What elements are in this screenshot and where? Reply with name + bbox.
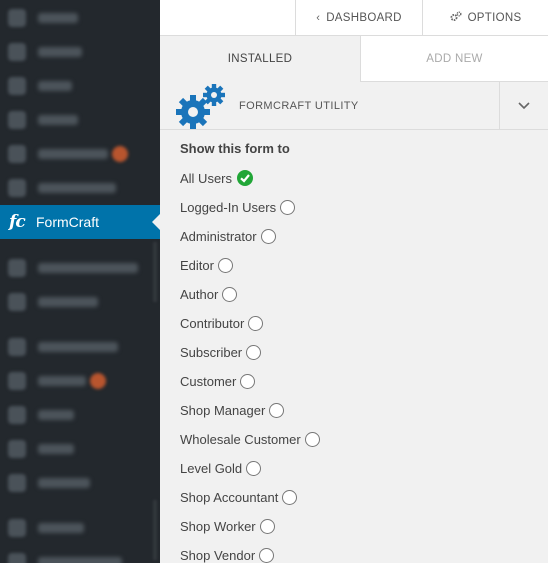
formcraft-logo-icon: fc bbox=[9, 212, 26, 232]
sidebar-item-blurred[interactable] bbox=[0, 251, 155, 285]
plugins-icon bbox=[8, 372, 26, 390]
sidebar-item-blurred[interactable] bbox=[0, 35, 155, 69]
check-circle-icon[interactable] bbox=[237, 170, 254, 186]
top-toolbar: ‹ DASHBOARD OPTIONS bbox=[160, 0, 548, 36]
visibility-option[interactable]: Customer bbox=[180, 371, 256, 391]
sidebar-item-blurred[interactable] bbox=[0, 103, 155, 137]
chevron-left-icon: ‹ bbox=[316, 12, 321, 24]
radio-circle[interactable] bbox=[259, 547, 275, 563]
visibility-option[interactable]: Shop Manager bbox=[180, 400, 285, 420]
radio-circle[interactable] bbox=[222, 286, 238, 302]
pages-icon bbox=[8, 111, 26, 129]
visibility-option[interactable]: Subscriber bbox=[180, 342, 262, 362]
visibility-option[interactable]: Shop Vendor bbox=[180, 545, 275, 563]
users-icon bbox=[8, 406, 26, 424]
radio-circle[interactable] bbox=[246, 344, 262, 360]
admin-sidebar: fc FormCraft bbox=[0, 0, 160, 563]
sidebar-item-blurred[interactable] bbox=[0, 364, 155, 398]
option-label: Subscriber bbox=[180, 344, 243, 360]
radio-circle[interactable] bbox=[282, 489, 298, 505]
visibility-option[interactable]: Author bbox=[180, 284, 238, 304]
visibility-option[interactable]: Wholesale Customer bbox=[180, 429, 320, 449]
sidebar-item-blurred[interactable] bbox=[0, 1, 155, 35]
radio-circle[interactable] bbox=[217, 257, 233, 273]
addon-tabs: INSTALLED ADD NEW bbox=[160, 36, 548, 82]
sidebar-item-blurred[interactable] bbox=[0, 330, 155, 364]
radio-circle[interactable] bbox=[280, 199, 296, 215]
radio-circle[interactable] bbox=[304, 431, 320, 447]
visibility-option[interactable]: All Users bbox=[180, 168, 254, 188]
menu-icon bbox=[8, 553, 26, 563]
options-button[interactable]: OPTIONS bbox=[422, 0, 548, 36]
visibility-section-title: Show this form to bbox=[180, 141, 290, 156]
visibility-option[interactable]: Editor bbox=[180, 255, 233, 275]
tab-installed[interactable]: INSTALLED bbox=[160, 36, 361, 82]
gears-icon bbox=[174, 84, 226, 130]
gallery-icon bbox=[8, 519, 26, 537]
sidebar-item-label: FormCraft bbox=[36, 214, 99, 230]
radio-circle[interactable] bbox=[269, 402, 285, 418]
sidebar-item-blurred[interactable] bbox=[0, 137, 155, 171]
gears-icon bbox=[450, 11, 462, 25]
radio-circle[interactable] bbox=[240, 373, 256, 389]
tab-add-new[interactable]: ADD NEW bbox=[361, 36, 548, 82]
option-label: Editor bbox=[180, 257, 214, 273]
notification-badge bbox=[112, 146, 128, 162]
sidebar-item-blurred[interactable] bbox=[0, 545, 155, 563]
option-label: All Users bbox=[180, 170, 233, 186]
radio-circle[interactable] bbox=[259, 518, 275, 534]
option-label: Logged-In Users bbox=[180, 199, 277, 215]
option-label: Shop Manager bbox=[180, 402, 266, 418]
links-icon bbox=[8, 77, 26, 95]
woocommerce-icon bbox=[8, 259, 26, 277]
notification-badge bbox=[90, 373, 106, 389]
sidebar-item-blurred[interactable] bbox=[0, 69, 155, 103]
visibility-option[interactable]: Contributor bbox=[180, 313, 264, 333]
posts-icon bbox=[8, 9, 26, 27]
products-icon bbox=[8, 293, 26, 311]
expand-toggle-button[interactable] bbox=[499, 82, 548, 129]
option-label: Shop Worker bbox=[180, 518, 256, 534]
formcraft-panel: ‹ DASHBOARD OPTIONS INSTALLED ADD NEW FO… bbox=[160, 0, 548, 563]
sidebar-item-blurred[interactable] bbox=[0, 398, 155, 432]
option-label: Shop Vendor bbox=[180, 547, 256, 563]
radio-circle[interactable] bbox=[260, 228, 276, 244]
tools-icon bbox=[8, 440, 26, 458]
option-label: Customer bbox=[180, 373, 237, 389]
sidebar-item-formcraft[interactable]: fc FormCraft bbox=[0, 205, 160, 239]
downloads-icon bbox=[8, 179, 26, 197]
option-label: Shop Accountant bbox=[180, 489, 279, 505]
option-label: Administrator bbox=[180, 228, 257, 244]
option-label: Wholesale Customer bbox=[180, 431, 301, 447]
addon-row-formcraft-utility[interactable]: FORMCRAFT UTILITY bbox=[160, 82, 548, 130]
visibility-option[interactable]: Shop Worker bbox=[180, 516, 275, 536]
sidebar-item-blurred[interactable] bbox=[0, 466, 155, 500]
option-label: Contributor bbox=[180, 315, 245, 331]
visibility-option[interactable]: Logged-In Users bbox=[180, 197, 296, 217]
sidebar-item-blurred[interactable] bbox=[0, 432, 155, 466]
options-label: OPTIONS bbox=[467, 12, 522, 24]
option-label: Level Gold bbox=[180, 460, 243, 476]
sidebar-item-blurred[interactable] bbox=[0, 171, 155, 205]
chevron-down-icon bbox=[518, 101, 530, 109]
sidebar-item-blurred[interactable] bbox=[0, 511, 155, 545]
active-arrow bbox=[152, 214, 160, 230]
visibility-option[interactable]: Level Gold bbox=[180, 458, 262, 478]
visibility-option[interactable]: Shop Accountant bbox=[180, 487, 298, 507]
comments-icon bbox=[8, 145, 26, 163]
addon-title: FORMCRAFT UTILITY bbox=[239, 100, 359, 112]
dashboard-label: DASHBOARD bbox=[326, 12, 402, 24]
radio-circle[interactable] bbox=[248, 315, 264, 331]
dashboard-button[interactable]: ‹ DASHBOARD bbox=[295, 0, 422, 36]
settings-icon bbox=[8, 474, 26, 492]
sidebar-item-blurred[interactable] bbox=[0, 285, 155, 319]
appearance-icon bbox=[8, 338, 26, 356]
media-icon bbox=[8, 43, 26, 61]
option-label: Author bbox=[180, 286, 219, 302]
radio-circle[interactable] bbox=[246, 460, 262, 476]
visibility-option[interactable]: Administrator bbox=[180, 226, 276, 246]
